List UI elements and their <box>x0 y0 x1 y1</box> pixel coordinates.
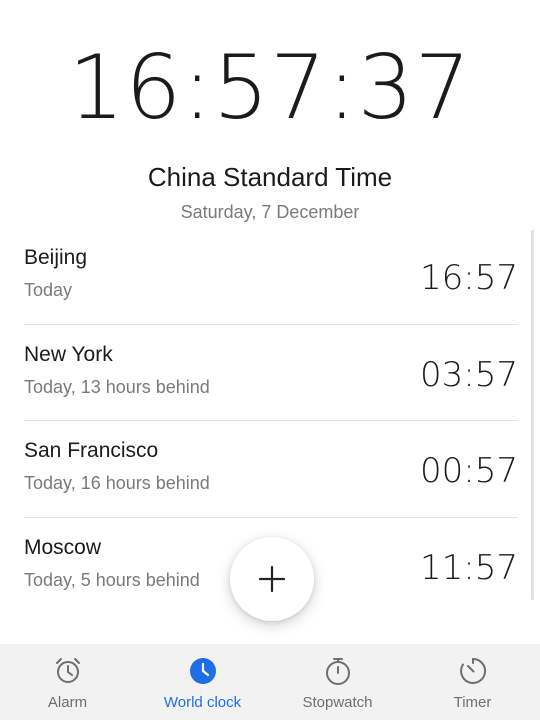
plus-icon <box>258 565 286 593</box>
city-time: 16:57 <box>420 258 518 298</box>
timer-icon <box>459 657 486 684</box>
main-clock-time: 16:57:37 <box>68 36 472 139</box>
nav-tab-alarm[interactable]: Alarm <box>0 644 135 720</box>
list-scrollbar[interactable] <box>531 230 534 600</box>
city-name: Moscow <box>24 535 102 559</box>
city-time: 00:57 <box>420 451 518 491</box>
city-offset: Today, 13 hours behind <box>24 376 210 397</box>
city-offset: Today <box>24 280 73 300</box>
nav-label: Stopwatch <box>302 694 373 711</box>
city-row-new-york[interactable]: New York Today, 13 hours behind 03:57 <box>24 325 518 421</box>
city-name: New York <box>24 342 113 366</box>
nav-tab-world-clock[interactable]: World clock <box>135 644 270 720</box>
add-city-button[interactable] <box>230 537 314 621</box>
city-offset: Today, 16 hours behind <box>24 473 210 493</box>
world-clock-screen: 16:57:37 China Standard Time Saturday, 7… <box>0 0 540 720</box>
nav-tab-stopwatch[interactable]: Stopwatch <box>270 644 405 720</box>
nav-tab-timer[interactable]: Timer <box>405 644 540 720</box>
world-clock-icon <box>189 658 216 684</box>
current-date: Saturday, 7 December <box>180 202 360 222</box>
alarm-icon <box>55 658 80 683</box>
bottom-navigation: Alarm World clock Stopwatch Timer <box>0 644 540 720</box>
city-row-beijing[interactable]: Beijing Today 16:57 <box>24 228 518 325</box>
timezone-name: China Standard Time <box>147 162 393 192</box>
city-name: San Francisco <box>24 439 159 462</box>
city-row-san-francisco[interactable]: San Francisco Today, 16 hours behind 00:… <box>24 421 518 518</box>
nav-label: World clock <box>163 694 242 711</box>
city-offset: Today, 5 hours behind <box>24 569 200 590</box>
nav-label: Alarm <box>47 694 88 711</box>
city-time: 11:57 <box>420 547 518 588</box>
city-name: Beijing <box>24 246 88 269</box>
stopwatch-icon <box>325 658 350 685</box>
city-time: 03:57 <box>420 354 518 395</box>
nav-label: Timer <box>453 694 492 711</box>
